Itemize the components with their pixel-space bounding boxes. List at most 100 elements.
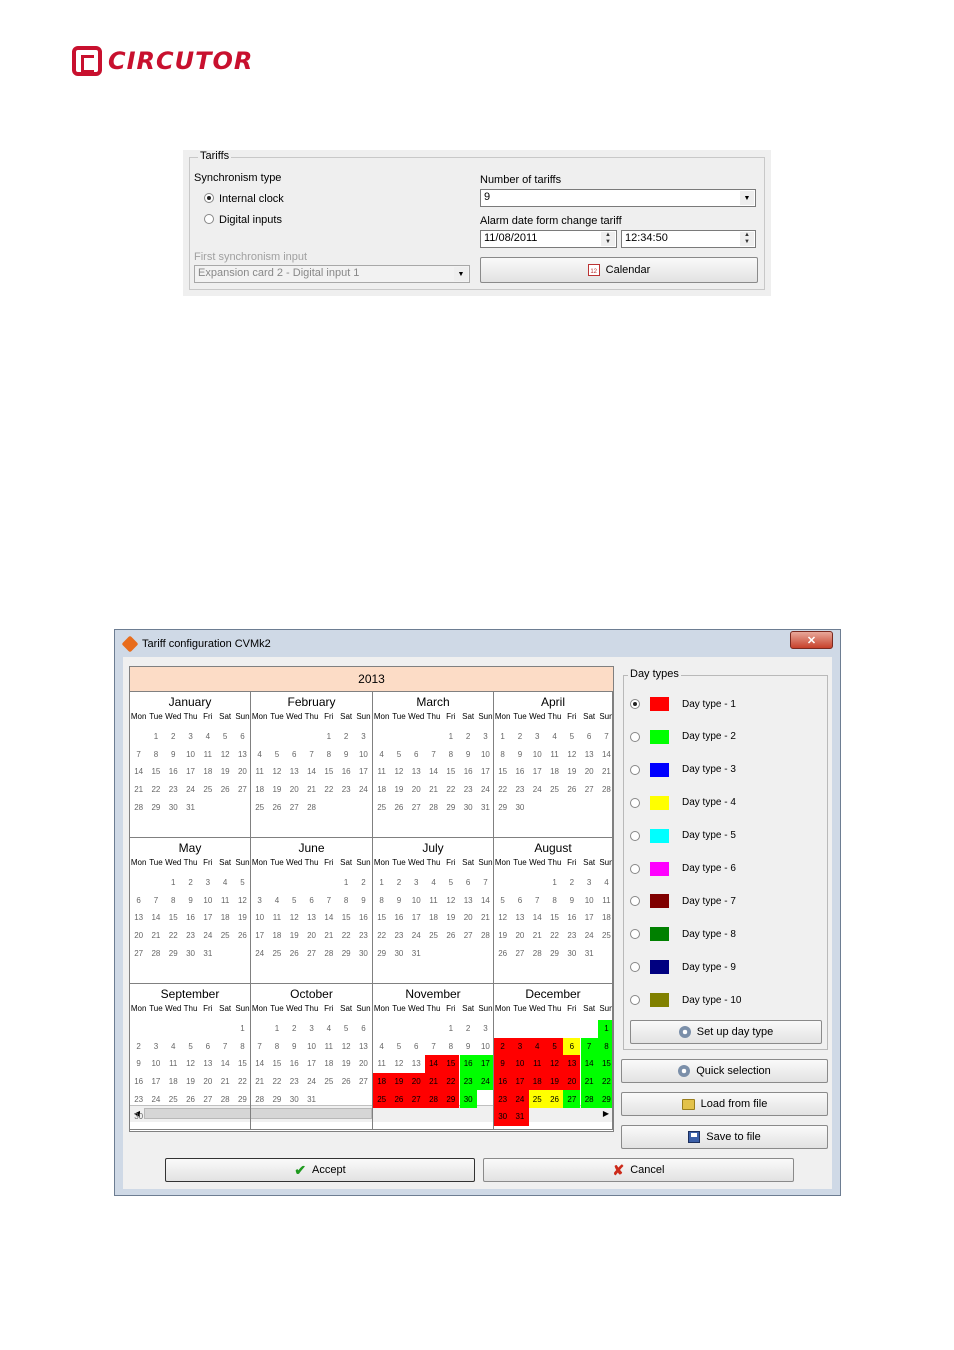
calendar-day[interactable]: 14 xyxy=(598,746,612,764)
calendar-day[interactable]: 3 xyxy=(529,728,546,746)
calendar-day[interactable]: 19 xyxy=(286,927,303,945)
digital-inputs-radio[interactable] xyxy=(204,214,214,224)
calendar-day[interactable]: 29 xyxy=(442,1090,460,1108)
calendar-day[interactable]: 22 xyxy=(494,781,511,799)
calendar-day[interactable]: 13 xyxy=(563,1055,581,1073)
calendar-day[interactable]: 7 xyxy=(130,746,147,764)
calendar-day[interactable]: 6 xyxy=(460,874,477,892)
calendar-day[interactable]: 1 xyxy=(494,728,511,746)
calendar-day[interactable]: 8 xyxy=(147,746,164,764)
calendar-day[interactable]: 11 xyxy=(546,746,563,764)
day-type-9-option[interactable]: Day type - 9 xyxy=(630,959,736,975)
day-type-radio[interactable] xyxy=(630,830,640,841)
calendar-day[interactable]: 30 xyxy=(390,944,407,962)
calendar-day[interactable]: 27 xyxy=(581,781,598,799)
calendar-day[interactable]: 18 xyxy=(320,1055,337,1073)
calendar-day[interactable]: 5 xyxy=(390,746,407,764)
calendar-day[interactable]: 13 xyxy=(408,763,425,781)
calendar-day[interactable]: 19 xyxy=(390,781,407,799)
calendar-day[interactable]: 7 xyxy=(425,746,442,764)
accept-button[interactable]: ✔ Accept xyxy=(165,1158,475,1182)
calendar-day[interactable]: 16 xyxy=(286,1055,303,1073)
calendar-day[interactable]: 19 xyxy=(217,763,234,781)
calendar-day[interactable]: 9 xyxy=(182,892,199,910)
spinner-icon[interactable]: ▲ ▼ xyxy=(740,232,754,246)
calendar-day[interactable]: 7 xyxy=(303,746,320,764)
calendar-day[interactable]: 16 xyxy=(563,909,580,927)
calendar-day[interactable]: 13 xyxy=(460,892,477,910)
calendar-day[interactable]: 31 xyxy=(182,798,199,816)
calendar-day[interactable]: 14 xyxy=(477,892,493,910)
calendar-day[interactable]: 21 xyxy=(477,909,493,927)
calendar-day[interactable]: 6 xyxy=(408,746,425,764)
calendar-day[interactable]: 5 xyxy=(390,1038,407,1056)
calendar-day[interactable]: 5 xyxy=(442,874,459,892)
day-type-radio[interactable] xyxy=(630,896,640,907)
month-november[interactable]: November Mon Tue Wed Thu Fri Sat Sun 1 2 3 4 5 6 7 8 9 10… xyxy=(373,984,494,1130)
calendar-day[interactable]: 21 xyxy=(217,1073,234,1091)
calendar-day[interactable]: 11 xyxy=(251,763,268,781)
calendar-day[interactable]: 27 xyxy=(130,944,147,962)
calendar-day[interactable]: 25 xyxy=(598,927,612,945)
calendar-day[interactable]: 24 xyxy=(476,1072,493,1091)
calendar-day[interactable]: 30 xyxy=(494,1108,512,1126)
year-calendar[interactable]: 2013 ◀ ▶ January Mon Tue Wed Thu Fri Sat Sun 1 2 3… xyxy=(129,666,614,1132)
calendar-day[interactable]: 4 xyxy=(373,746,390,764)
calendar-day[interactable]: 16 xyxy=(338,763,355,781)
calendar-day[interactable]: 13 xyxy=(199,1055,216,1073)
calendar-day[interactable]: 16 xyxy=(182,909,199,927)
calendar-day[interactable]: 12 xyxy=(234,892,250,910)
month-july[interactable]: July Mon Tue Wed Thu Fri Sat Sun 1 2 3 4 5 6 7 8 9 10 11 12… xyxy=(373,838,494,984)
calendar-day[interactable]: 10 xyxy=(511,1055,529,1073)
calendar-day[interactable]: 28 xyxy=(529,944,546,962)
calendar-day[interactable]: 6 xyxy=(303,892,320,910)
day-type-2-option[interactable]: Day type - 2 xyxy=(630,729,736,745)
calendar-day[interactable]: 20 xyxy=(303,927,320,945)
month-august[interactable]: August Mon Tue Wed Thu Fri Sat Sun 1 2 3 4 5 6 7 8 9 10 11… xyxy=(494,838,613,984)
calendar-day[interactable]: 6 xyxy=(581,728,598,746)
calendar-day[interactable]: 10 xyxy=(529,746,546,764)
calendar-day[interactable]: 8 xyxy=(338,892,355,910)
calendar-day[interactable]: 12 xyxy=(286,909,303,927)
calendar-day[interactable]: 20 xyxy=(460,909,477,927)
calendar-day[interactable]: 23 xyxy=(130,1090,147,1108)
calendar-day[interactable]: 17 xyxy=(182,763,199,781)
calendar-day[interactable]: 9 xyxy=(494,1055,512,1073)
day-type-1-option[interactable]: Day type - 1 xyxy=(630,696,736,712)
calendar-day[interactable]: 18 xyxy=(546,763,563,781)
calendar-day[interactable]: 12 xyxy=(494,909,511,927)
calendar-day[interactable]: 7 xyxy=(320,892,337,910)
calendar-day[interactable]: 12 xyxy=(390,763,407,781)
calendar-day[interactable]: 20 xyxy=(408,781,425,799)
calendar-day[interactable]: 30 xyxy=(459,1090,477,1108)
calendar-day[interactable]: 14 xyxy=(251,1055,268,1073)
calendar-day[interactable]: 28 xyxy=(251,1090,268,1108)
calendar-day[interactable]: 24 xyxy=(408,927,425,945)
calendar-day[interactable]: 9 xyxy=(355,892,372,910)
calendar-day[interactable]: 1 xyxy=(234,1020,250,1038)
calendar-day[interactable]: 29 xyxy=(268,1090,285,1108)
calendar-day[interactable]: 7 xyxy=(217,1038,234,1056)
day-type-radio[interactable] xyxy=(630,863,640,874)
calendar-day[interactable]: 3 xyxy=(477,728,493,746)
calendar-day[interactable]: 17 xyxy=(199,909,216,927)
calendar-day[interactable]: 14 xyxy=(303,763,320,781)
calendar-day[interactable]: 29 xyxy=(165,944,182,962)
calendar-day[interactable]: 2 xyxy=(460,1020,477,1038)
calendar-day[interactable]: 20 xyxy=(581,763,598,781)
calendar-day[interactable]: 9 xyxy=(390,892,407,910)
calendar-day[interactable]: 17 xyxy=(251,927,268,945)
day-type-radio[interactable] xyxy=(630,962,640,973)
calendar-day[interactable]: 26 xyxy=(217,781,234,799)
calendar-day[interactable]: 11 xyxy=(199,746,216,764)
calendar-day[interactable]: 18 xyxy=(251,781,268,799)
day-type-radio[interactable] xyxy=(630,731,640,742)
calendar-day[interactable]: 14 xyxy=(425,763,442,781)
calendar-day[interactable]: 27 xyxy=(286,798,303,816)
calendar-day[interactable]: 11 xyxy=(528,1055,546,1073)
calendar-day[interactable]: 22 xyxy=(338,927,355,945)
calendar-day[interactable]: 20 xyxy=(286,781,303,799)
calendar-day[interactable]: 16 xyxy=(460,763,477,781)
calendar-day[interactable]: 27 xyxy=(303,944,320,962)
calendar-day[interactable]: 12 xyxy=(268,763,285,781)
